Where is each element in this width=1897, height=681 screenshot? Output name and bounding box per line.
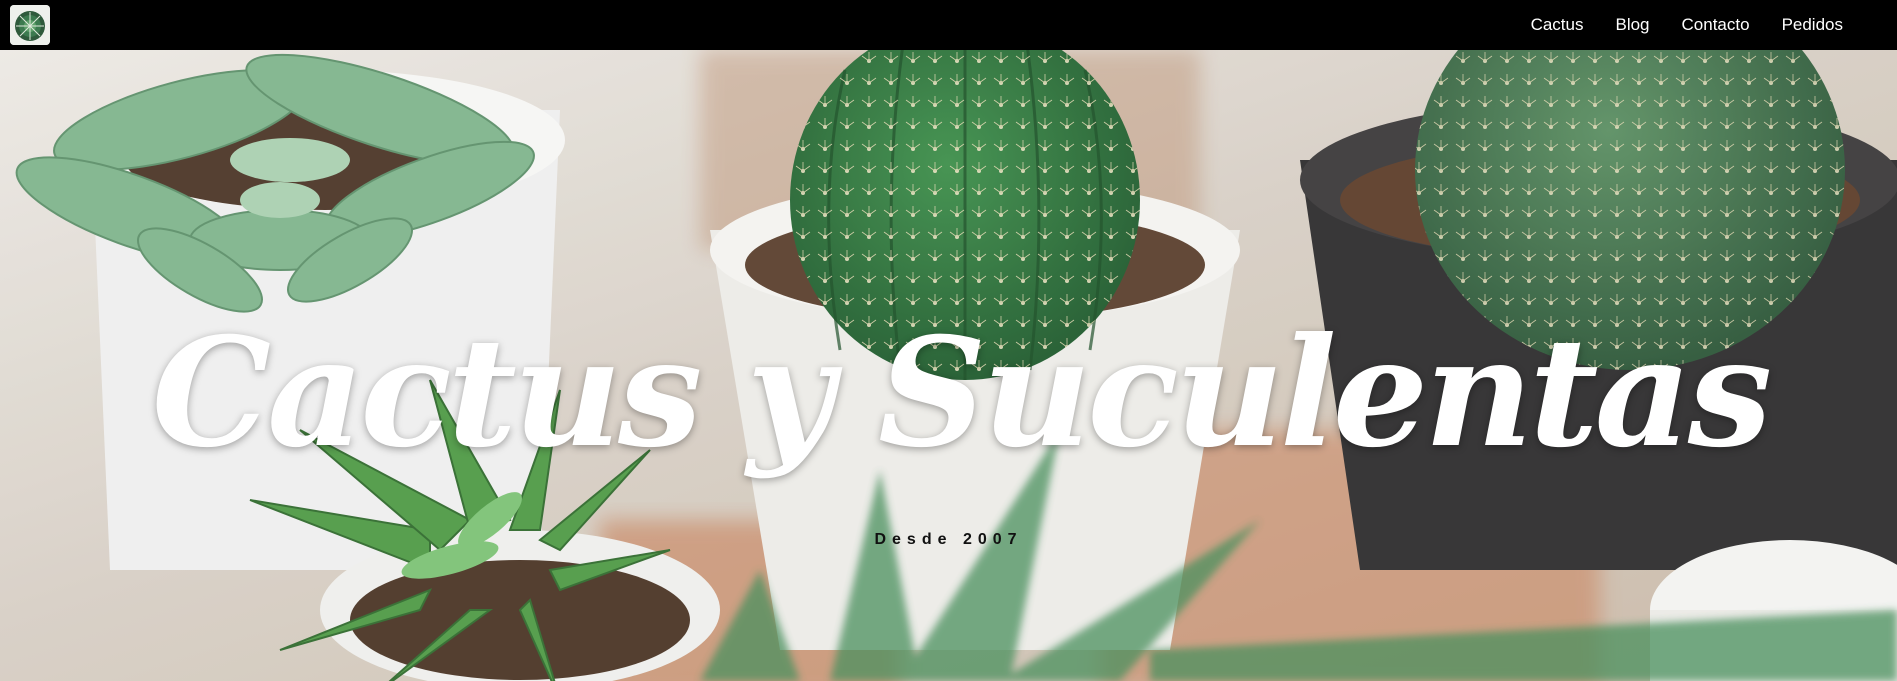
nav-link-pedidos[interactable]: Pedidos bbox=[1782, 15, 1843, 35]
hero-section: Cactus y Suculentas Desde 2007 bbox=[0, 50, 1897, 681]
nav-link-blog[interactable]: Blog bbox=[1615, 15, 1649, 35]
cactus-logo-icon[interactable] bbox=[10, 5, 50, 45]
nav-menu: Cactus Blog Contacto Pedidos bbox=[1499, 0, 1843, 50]
nav-link-contacto[interactable]: Contacto bbox=[1682, 15, 1750, 35]
nav-link-cactus[interactable]: Cactus bbox=[1531, 15, 1584, 35]
top-navbar: Cactus Blog Contacto Pedidos bbox=[0, 0, 1897, 50]
hero-title: Cactus y Suculentas bbox=[151, 305, 1772, 481]
hero-subtitle: Desde 2007 bbox=[874, 531, 1023, 548]
